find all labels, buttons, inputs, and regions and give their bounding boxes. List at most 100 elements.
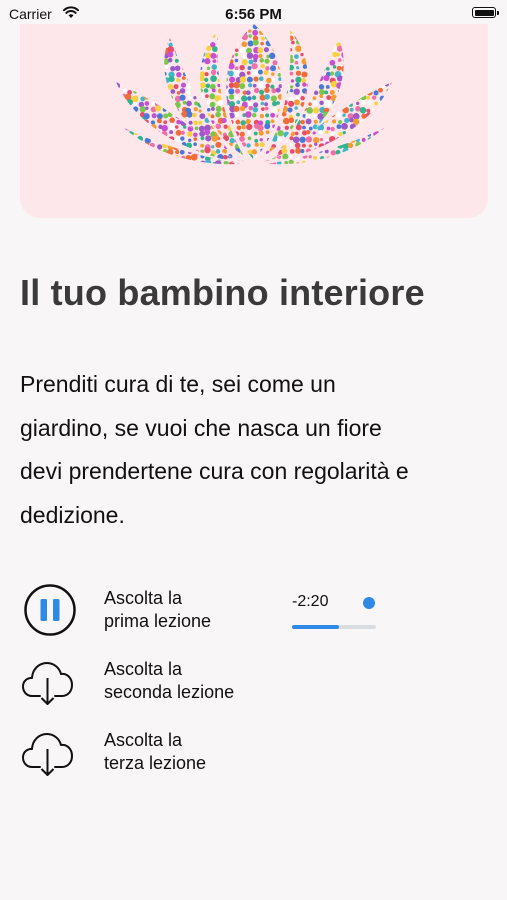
lotus-mosaic-dot xyxy=(292,136,300,144)
lotus-mosaic-dot xyxy=(389,53,392,60)
lotus-mosaic-dot xyxy=(348,82,355,89)
cloud-download-icon[interactable] xyxy=(20,723,80,783)
lotus-mosaic-dot xyxy=(198,125,205,132)
lotus-mosaic-dot xyxy=(305,129,311,135)
lotus-mosaic-dot xyxy=(241,59,248,66)
lotus-mosaic-dot xyxy=(283,83,289,89)
lotus-mosaic-dot xyxy=(248,159,254,165)
lotus-mosaic-dot xyxy=(379,95,386,102)
lotus-mosaic-dot xyxy=(205,135,212,142)
lotus-mosaic-dot xyxy=(193,107,198,112)
lotus-mosaic-dot xyxy=(239,64,245,71)
lotus-mosaic-dot xyxy=(301,35,308,42)
lotus-mosaic-dot xyxy=(157,28,161,32)
lotus-mosaic-dot xyxy=(191,24,197,29)
lotus-mosaic-dot xyxy=(342,131,346,135)
lotus-mosaic-dot xyxy=(383,58,389,64)
lotus-mosaic-dot xyxy=(221,118,227,124)
lotus-mosaic-dot xyxy=(397,83,401,87)
lotus-mosaic-dot xyxy=(284,48,289,53)
lotus-mosaic-dot xyxy=(386,29,391,35)
lotus-mosaic-dot xyxy=(187,169,191,173)
lotus-mosaic-dot xyxy=(248,105,254,111)
pause-icon[interactable] xyxy=(20,581,80,641)
lotus-mosaic-dot xyxy=(126,141,132,147)
cloud-download-icon[interactable] xyxy=(20,652,80,712)
lotus-mosaic-dot xyxy=(137,69,144,76)
lotus-mosaic-dot xyxy=(331,142,336,147)
lotus-mosaic-dot xyxy=(110,102,114,106)
lotus-mosaic-dot xyxy=(353,52,360,59)
lotus-mosaic-dot xyxy=(318,143,326,150)
lotus-mosaic-dot xyxy=(246,143,251,148)
lotus-mosaic-dot xyxy=(329,89,335,96)
lotus-mosaic-dot xyxy=(217,78,221,83)
lotus-mosaic-dot xyxy=(258,81,266,89)
lotus-mosaic-dot xyxy=(173,29,180,36)
lotus-mosaic-dot xyxy=(187,51,192,57)
lotus-mosaic-dot xyxy=(312,58,318,65)
lotus-mosaic-dot xyxy=(162,107,167,112)
lotus-mosaic-dot xyxy=(133,123,140,130)
lotus-mosaic-dot xyxy=(336,75,344,82)
lotus-mosaic-dot xyxy=(331,119,337,124)
lotus-mosaic-dot xyxy=(127,165,133,171)
lotus-mosaic-dot xyxy=(316,74,324,82)
lotus-mosaic-dot xyxy=(258,161,265,165)
progress-slider[interactable] xyxy=(292,625,376,629)
lotus-mosaic-dot xyxy=(308,144,312,148)
lotus-mosaic-dot xyxy=(175,36,179,40)
lotus-mosaic-dot xyxy=(121,148,127,154)
lotus-mosaic-dot xyxy=(355,60,360,65)
lotus-mosaic-dot xyxy=(194,126,199,131)
lotus-mosaic-dot xyxy=(330,45,337,52)
lotus-mosaic-dot xyxy=(194,53,200,59)
lotus-mosaic-dot xyxy=(198,66,203,71)
lotus-mosaic-dot xyxy=(203,88,209,93)
lotus-mosaic-dot xyxy=(179,46,186,53)
lotus-mosaic-dot xyxy=(397,160,402,165)
lotus-mosaic-dot xyxy=(257,47,264,54)
lesson-label[interactable]: Ascolta la terza lezione xyxy=(104,729,294,775)
lesson-label[interactable]: Ascolta la prima lezione xyxy=(104,587,294,633)
lotus-mosaic-dot xyxy=(150,40,157,47)
lotus-mosaic-dot xyxy=(191,81,199,89)
lotus-mosaic-dot xyxy=(347,142,354,149)
lotus-mosaic-dot xyxy=(385,66,390,71)
lotus-mosaic-dot xyxy=(359,153,366,161)
lotus-mosaic-dot xyxy=(276,45,282,51)
lotus-mosaic-dot xyxy=(378,107,383,113)
lotus-mosaic-dot xyxy=(241,29,248,35)
lotus-mosaic-dot xyxy=(305,118,312,125)
lotus-mosaic-dot xyxy=(313,167,318,172)
lotus-mosaic-dot xyxy=(330,131,335,136)
lotus-mosaic-dot xyxy=(326,48,331,53)
lotus-mosaic-dot xyxy=(313,155,318,160)
lotus-mosaic-dot xyxy=(281,105,289,113)
lotus-mosaic-dot xyxy=(236,160,241,165)
lotus-mosaic-dot xyxy=(371,51,378,58)
lotus-mosaic-dot xyxy=(253,167,257,171)
lotus-mosaic-dot xyxy=(253,76,259,82)
lotus-mosaic-dot xyxy=(362,58,366,63)
lotus-mosaic-dot xyxy=(209,101,216,108)
lotus-mosaic-dot xyxy=(156,47,163,54)
lotus-mosaic-dot xyxy=(127,24,133,27)
lotus-mosaic-dot xyxy=(269,52,276,60)
lotus-mosaic-dot xyxy=(263,159,271,165)
lesson-label[interactable]: Ascolta la seconda lezione xyxy=(104,658,294,704)
lotus-mosaic-dot xyxy=(270,168,274,172)
lotus-mosaic-dot xyxy=(307,70,314,76)
lotus-mosaic-dot xyxy=(116,119,119,125)
lotus-mosaic-dot xyxy=(228,142,233,147)
lotus-mosaic-dot xyxy=(380,154,385,159)
lotus-mosaic-dot xyxy=(247,40,254,47)
lotus-mosaic-dot xyxy=(198,109,202,113)
lotus-mosaic-dot xyxy=(251,112,257,118)
lotus-mosaic-dot xyxy=(326,156,331,162)
lotus-mosaic-dot xyxy=(312,101,318,107)
lotus-mosaic-dot xyxy=(252,24,259,30)
lotus-mosaic-dot xyxy=(229,166,235,172)
lotus-mosaic-dot xyxy=(269,28,275,34)
lotus-mosaic-dot xyxy=(306,59,314,66)
